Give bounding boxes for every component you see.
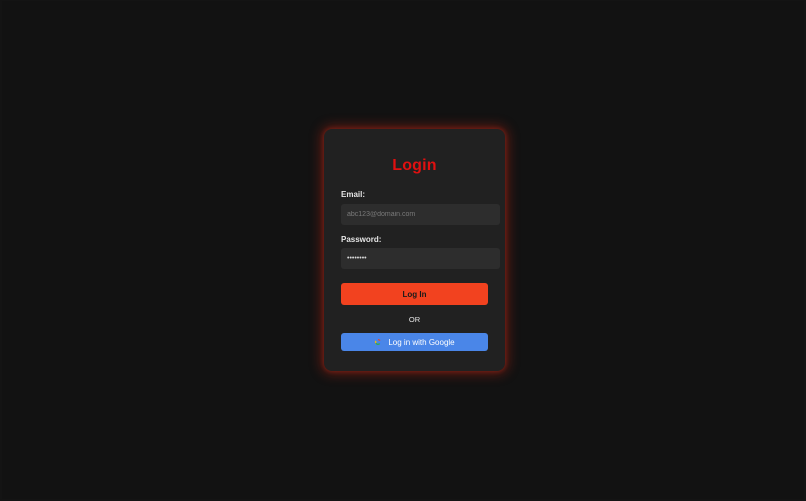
google-g-icon — [375, 338, 382, 346]
password-label: Password: — [341, 235, 382, 244]
login-button-label: Log In — [402, 289, 427, 299]
or-separator: OR — [408, 315, 421, 324]
google-login-button[interactable]: Log in with Google — [341, 333, 488, 351]
login-card: Login Email: Password: Log In OR Log in … — [324, 129, 505, 371]
login-title: Login — [392, 157, 437, 174]
email-input[interactable] — [341, 204, 500, 225]
google-login-label: Log in with Google — [388, 337, 455, 347]
login-button[interactable]: Log In — [341, 283, 488, 305]
password-input[interactable] — [341, 248, 500, 269]
email-label: Email: — [341, 190, 366, 199]
